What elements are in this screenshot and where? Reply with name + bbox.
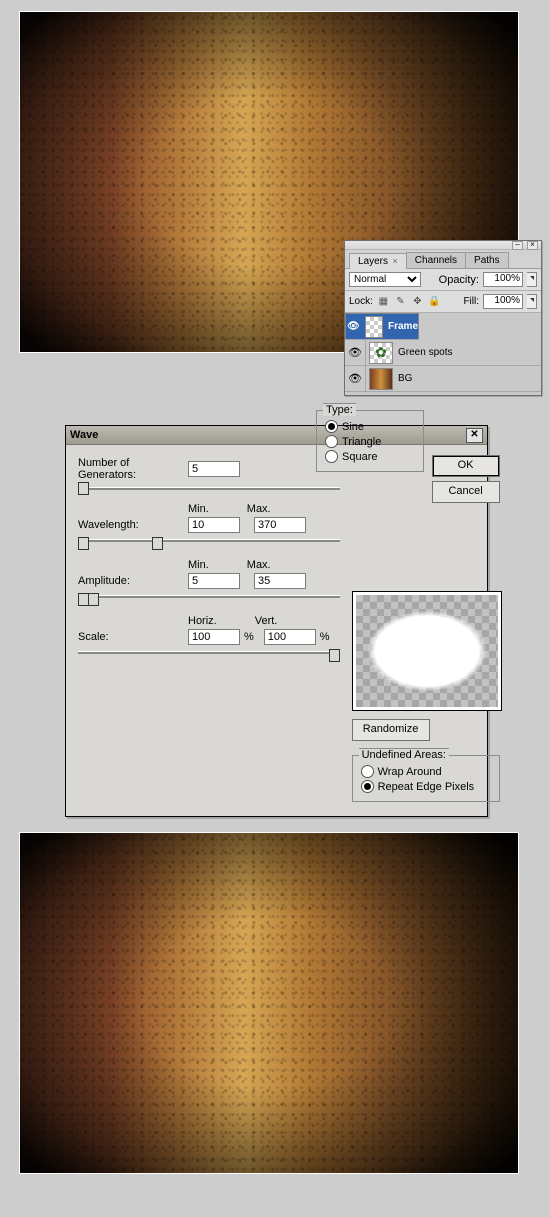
type-square-radio[interactable]: Square bbox=[325, 450, 415, 463]
max-label: Max. bbox=[247, 559, 271, 571]
type-group: Type: Sine Triangle Square bbox=[316, 410, 424, 472]
layer-name: Frame bbox=[386, 321, 418, 332]
amplitude-min-input[interactable] bbox=[188, 573, 240, 589]
fill-label: Fill: bbox=[463, 296, 479, 307]
fill-field[interactable]: 100% bbox=[483, 294, 523, 309]
num-generators-slider[interactable] bbox=[78, 483, 340, 495]
min-label: Min. bbox=[188, 503, 209, 515]
visibility-eye-icon[interactable]: 👁 bbox=[348, 346, 362, 359]
radio-icon bbox=[325, 435, 338, 448]
wrap-around-radio[interactable]: Wrap Around bbox=[361, 765, 491, 778]
panel-minimize-icon[interactable]: – bbox=[512, 241, 523, 250]
layer-row[interactable]: 👁 BG bbox=[345, 366, 541, 392]
layer-thumbnail[interactable] bbox=[369, 342, 393, 364]
num-generators-label: Number of Generators: bbox=[78, 457, 188, 481]
wavelength-min-input[interactable] bbox=[188, 517, 240, 533]
panel-window-bar: – × bbox=[345, 241, 541, 250]
radio-icon bbox=[325, 450, 338, 463]
horiz-label: Horiz. bbox=[188, 615, 217, 627]
layers-list: 👁 Frame 👁 Green spots 👁 BG bbox=[345, 313, 541, 392]
type-triangle-radio[interactable]: Triangle bbox=[325, 435, 415, 448]
tab-label: Paths bbox=[474, 255, 500, 266]
lock-paint-icon[interactable]: ✎ bbox=[394, 295, 407, 308]
tab-paths[interactable]: Paths bbox=[465, 252, 509, 268]
wavelength-label: Wavelength: bbox=[78, 519, 188, 531]
layer-name: BG bbox=[396, 373, 412, 384]
wave-dialog: Wave ✕ Number of Generators: Min. Max. Wa… bbox=[65, 425, 488, 817]
texture-preview-after bbox=[19, 832, 519, 1174]
wavelength-max-input[interactable] bbox=[254, 517, 306, 533]
tab-label: Channels bbox=[415, 255, 457, 266]
opacity-field[interactable]: 100% bbox=[483, 272, 523, 287]
percent-label: % bbox=[320, 631, 330, 643]
panel-tabs: Layers × Channels Paths bbox=[345, 250, 541, 269]
lock-all-icon[interactable]: 🔒 bbox=[428, 295, 441, 308]
layer-name: Green spots bbox=[396, 347, 452, 358]
lock-position-icon[interactable]: ✥ bbox=[411, 295, 424, 308]
type-legend: Type: bbox=[323, 403, 356, 416]
tab-layers[interactable]: Layers × bbox=[349, 253, 407, 269]
opacity-label: Opacity: bbox=[439, 274, 479, 286]
cancel-button[interactable]: Cancel bbox=[432, 481, 500, 503]
close-icon[interactable]: × bbox=[390, 256, 398, 266]
panel-close-icon[interactable]: × bbox=[527, 241, 538, 250]
lock-label: Lock: bbox=[349, 296, 373, 307]
max-label: Max. bbox=[247, 503, 271, 515]
scale-label: Scale: bbox=[78, 631, 188, 643]
num-generators-input[interactable] bbox=[188, 461, 240, 477]
visibility-eye-icon[interactable]: 👁 bbox=[348, 372, 362, 385]
visibility-eye-icon[interactable]: 👁 bbox=[347, 321, 360, 332]
scale-horiz-input[interactable] bbox=[188, 629, 240, 645]
min-label: Min. bbox=[188, 559, 209, 571]
percent-label: % bbox=[244, 631, 254, 643]
fill-flyout-icon[interactable] bbox=[527, 294, 537, 309]
undefined-areas-group: Undefined Areas: Wrap Around Repeat Edge… bbox=[352, 755, 500, 802]
scale-slider[interactable] bbox=[78, 647, 340, 663]
ok-button[interactable]: OK bbox=[432, 455, 500, 477]
wave-preview bbox=[352, 591, 502, 711]
amplitude-slider[interactable] bbox=[78, 591, 340, 607]
amplitude-max-input[interactable] bbox=[254, 573, 306, 589]
tab-channels[interactable]: Channels bbox=[406, 252, 466, 268]
tab-label: Layers bbox=[358, 256, 388, 267]
randomize-button[interactable]: Randomize bbox=[352, 719, 430, 741]
vert-label: Vert. bbox=[255, 615, 278, 627]
radio-icon bbox=[361, 780, 374, 793]
scale-vert-input[interactable] bbox=[264, 629, 316, 645]
dialog-close-icon[interactable]: ✕ bbox=[466, 428, 483, 443]
repeat-edge-radio[interactable]: Repeat Edge Pixels bbox=[361, 780, 491, 793]
layer-row[interactable]: 👁 Frame bbox=[345, 313, 419, 340]
layer-row[interactable]: 👁 Green spots bbox=[345, 340, 541, 366]
lock-transparent-icon[interactable]: ▦ bbox=[377, 295, 390, 308]
wavelength-slider[interactable] bbox=[78, 535, 340, 551]
layer-thumbnail[interactable] bbox=[369, 368, 393, 390]
dialog-title: Wave bbox=[70, 429, 98, 441]
layers-panel: – × Layers × Channels Paths Normal Opaci… bbox=[344, 240, 542, 396]
layer-thumbnail[interactable] bbox=[365, 316, 383, 338]
undefined-areas-legend: Undefined Areas: bbox=[359, 748, 449, 761]
opacity-flyout-icon[interactable] bbox=[527, 272, 537, 287]
radio-icon bbox=[361, 765, 374, 778]
radio-icon bbox=[325, 420, 338, 433]
amplitude-label: Amplitude: bbox=[78, 575, 188, 587]
blend-mode-select[interactable]: Normal bbox=[349, 272, 421, 287]
type-sine-radio[interactable]: Sine bbox=[325, 420, 415, 433]
